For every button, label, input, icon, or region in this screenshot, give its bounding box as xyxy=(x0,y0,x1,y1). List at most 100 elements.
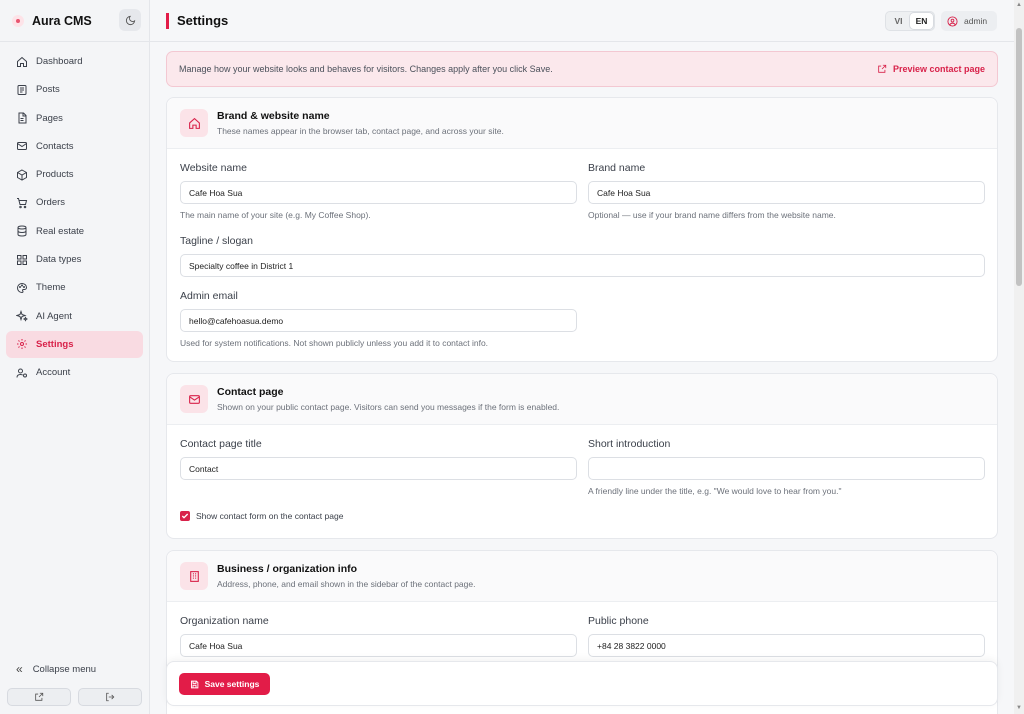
language-option-vi[interactable]: VI xyxy=(887,13,910,29)
user-cog-icon xyxy=(16,368,27,378)
sidebar-item-settings[interactable]: Settings xyxy=(6,330,143,358)
chevrons-left-icon: « xyxy=(16,662,23,676)
sidebar-item-label: Contacts xyxy=(36,140,74,152)
collapse-menu-button[interactable]: « Collapse menu xyxy=(16,662,96,676)
sidebar-item-account[interactable]: Account xyxy=(6,359,143,386)
sidebar-item-theme[interactable]: Theme xyxy=(6,274,143,301)
admin-email-label: Admin email xyxy=(180,290,238,302)
sidebar-item-label: Data types xyxy=(36,254,82,266)
main-content: Manage how your website looks and behave… xyxy=(150,43,1014,714)
sidebar-item-posts[interactable]: Posts xyxy=(6,76,143,103)
contact-page-title-input[interactable]: Contact xyxy=(180,457,577,480)
show-contact-form-label: Show contact form on the contact page xyxy=(196,511,344,521)
sidebar-item-contacts[interactable]: Contacts xyxy=(6,133,143,160)
save-settings-label: Save settings xyxy=(204,679,260,689)
external-link-icon xyxy=(878,64,887,73)
theme-toggle-button[interactable] xyxy=(119,9,141,31)
brand-name-hint: Optional — use if your brand name differ… xyxy=(588,210,836,220)
sidebar-item-products[interactable]: Products xyxy=(6,161,143,188)
language-switcher: VI EN xyxy=(885,11,935,31)
show-contact-form-checkbox[interactable]: Show contact form on the contact page xyxy=(180,511,343,521)
logout-button[interactable] xyxy=(78,688,142,706)
section-title: Contact page xyxy=(217,386,284,398)
tagline-input[interactable]: Specialty coffee in District 1 xyxy=(180,254,985,277)
gear-icon xyxy=(17,339,27,350)
section-header: Business / organization info Address, ph… xyxy=(167,551,997,602)
palette-icon xyxy=(17,282,28,293)
page-title: Settings xyxy=(166,13,228,29)
contact-page-title-label: Contact page title xyxy=(180,438,262,450)
home-icon xyxy=(180,109,208,137)
building-icon xyxy=(180,562,208,590)
public-phone-label: Public phone xyxy=(588,615,649,627)
save-icon xyxy=(190,680,198,688)
grid-icon xyxy=(17,254,27,265)
checkmark-icon xyxy=(180,511,190,521)
sidebar-item-dashboard[interactable]: Dashboard xyxy=(6,48,143,75)
brand-name-input[interactable]: Cafe Hoa Sua xyxy=(588,181,985,204)
section-title: Business / organization info xyxy=(217,563,358,575)
preview-contact-page-label: Preview contact page xyxy=(892,64,985,74)
sidebar-item-data-types[interactable]: Data types xyxy=(6,246,143,273)
save-bar: Save settings xyxy=(166,661,998,706)
short-intro-hint: A friendly line under the title, e.g. "W… xyxy=(588,486,842,496)
short-intro-label: Short introduction xyxy=(588,438,671,450)
public-phone-input[interactable]: +84 28 3822 0000 xyxy=(588,634,985,657)
scroll-down-arrow-icon[interactable]: ▼ xyxy=(1016,705,1022,711)
newspaper-icon xyxy=(17,84,27,95)
save-settings-button[interactable]: Save settings xyxy=(179,673,270,695)
preview-contact-page-link[interactable]: Preview contact page xyxy=(877,64,985,74)
sidebar-footer xyxy=(7,688,142,706)
tagline-label: Tagline / slogan xyxy=(180,235,253,247)
organization-name-label: Organization name xyxy=(180,615,269,627)
language-option-en[interactable]: EN xyxy=(910,13,933,29)
section-header: Brand & website name These names appear … xyxy=(167,98,997,149)
page-scrollbar[interactable]: ▲ ▼ xyxy=(1014,0,1024,714)
sidebar-item-label: AI Agent xyxy=(36,310,72,322)
sidebar-item-label: Account xyxy=(36,367,71,379)
sidebar-item-real-estate[interactable]: Real estate xyxy=(6,218,143,245)
username: admin xyxy=(964,16,988,26)
sparkle-icon xyxy=(16,310,28,322)
app-name: Aura CMS xyxy=(32,13,92,28)
brand-section: Brand & website name These names appear … xyxy=(166,97,998,362)
sidebar-item-label: Dashboard xyxy=(36,56,83,67)
organization-name-input[interactable]: Cafe Hoa Sua xyxy=(180,634,577,657)
section-title: Brand & website name xyxy=(217,110,330,122)
contact-section: Contact page Shown on your public contac… xyxy=(166,373,998,539)
admin-email-hint: Used for system notifications. Not shown… xyxy=(180,338,489,348)
mail-icon xyxy=(180,385,208,413)
scroll-thumb[interactable] xyxy=(1016,28,1022,286)
brand-name-label: Brand name xyxy=(588,162,646,174)
file-icon xyxy=(18,112,27,124)
database-icon xyxy=(17,225,27,237)
sidebar-nav: Dashboard Posts Pages Contacts Products … xyxy=(6,48,143,388)
sidebar-item-orders[interactable]: Orders xyxy=(6,189,143,216)
section-subtitle: Shown on your public contact page. Visit… xyxy=(217,402,560,412)
sidebar-item-ai-agent[interactable]: AI Agent xyxy=(6,303,143,330)
sidebar: Aura CMS Dashboard Posts Pages Contacts … xyxy=(0,0,150,714)
cart-icon xyxy=(17,197,28,209)
sidebar-item-label: Orders xyxy=(36,197,66,209)
home-icon xyxy=(17,56,27,67)
sidebar-item-label: Real estate xyxy=(36,225,85,237)
section-subtitle: Address, phone, and email shown in the s… xyxy=(217,579,476,589)
website-name-input[interactable]: Cafe Hoa Sua xyxy=(180,181,577,204)
user-menu-button[interactable]: admin xyxy=(941,11,997,31)
sidebar-item-label: Posts xyxy=(36,84,60,96)
logout-icon xyxy=(106,692,115,702)
moon-icon xyxy=(125,15,135,25)
mail-icon xyxy=(17,142,27,151)
logo-icon xyxy=(12,14,24,27)
short-intro-input[interactable] xyxy=(588,457,985,480)
sidebar-item-label: Products xyxy=(36,169,74,181)
info-banner-text: Manage how your website looks and behave… xyxy=(179,64,553,74)
info-banner: Manage how your website looks and behave… xyxy=(166,51,998,87)
sidebar-item-label: Settings xyxy=(36,338,74,350)
topbar: Settings VI EN admin xyxy=(150,0,1014,42)
open-site-button[interactable] xyxy=(7,688,71,706)
admin-email-input[interactable]: hello@cafehoasua.demo xyxy=(180,309,577,332)
scroll-up-arrow-icon[interactable]: ▲ xyxy=(1016,2,1022,8)
sidebar-item-pages[interactable]: Pages xyxy=(6,105,143,132)
section-header: Contact page Shown on your public contac… xyxy=(167,374,997,425)
